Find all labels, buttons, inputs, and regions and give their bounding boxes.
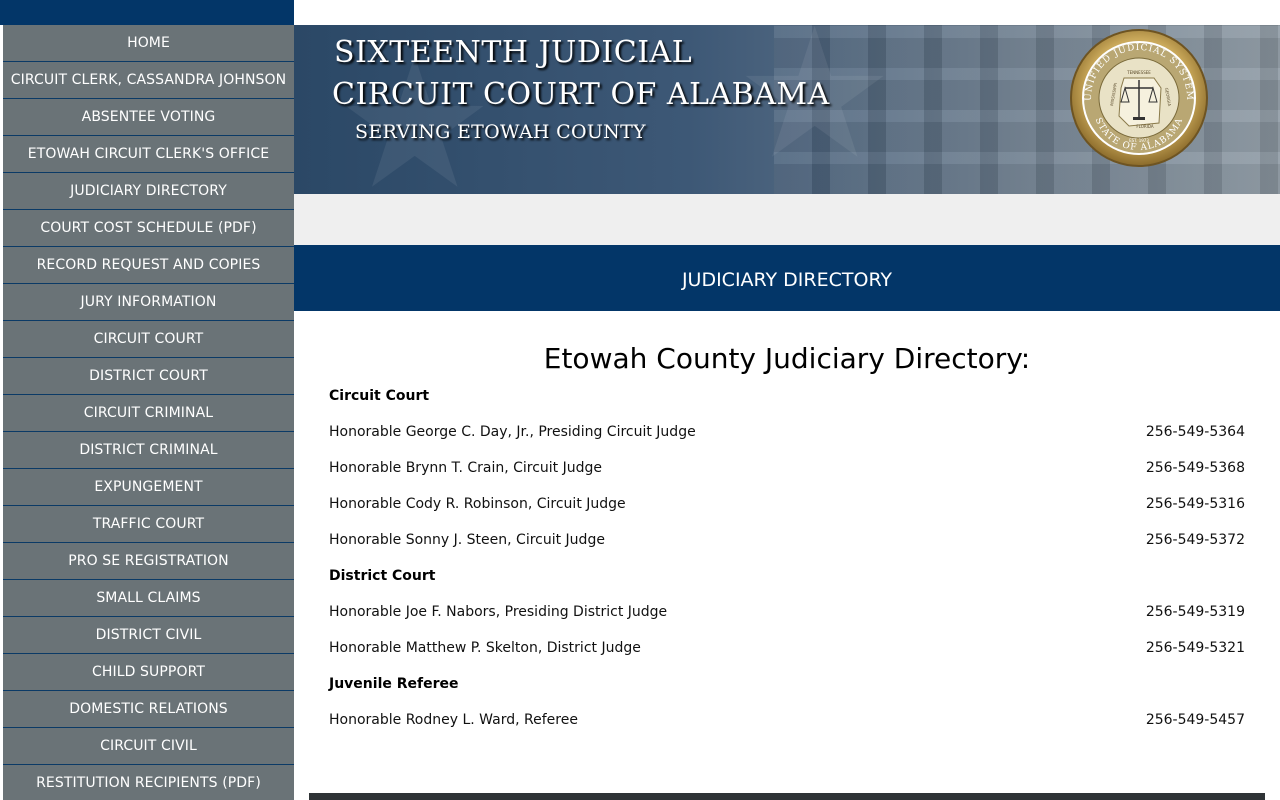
sidebar-item-district-court[interactable]: DISTRICT COURT xyxy=(3,358,294,395)
list-item: Honorable Rodney L. Ward, Referee 256-54… xyxy=(329,708,1245,744)
list-item: Honorable Matthew P. Skelton, District J… xyxy=(329,636,1245,672)
sidebar-item-record-request[interactable]: RECORD REQUEST AND COPIES xyxy=(3,247,294,284)
section-title-juvenile-referee: Juvenile Referee xyxy=(329,676,459,692)
phone-number: 256-549-5321 xyxy=(1145,640,1245,656)
sidebar-item-circuit-criminal[interactable]: CIRCUIT CRIMINAL xyxy=(3,395,294,432)
banner-title-line-1: SIXTEENTH JUDICIAL xyxy=(334,35,693,70)
phone-number: 256-549-5319 xyxy=(1145,604,1245,620)
sidebar-item-clerks-office[interactable]: ETOWAH CIRCUIT CLERK'S OFFICE xyxy=(3,136,294,173)
phone-number: 256-549-5316 xyxy=(1145,496,1245,512)
judge-name: Honorable Cody R. Robinson, Circuit Judg… xyxy=(329,496,626,512)
footer-bar xyxy=(309,793,1265,800)
seal-year-text: EST. 1973 xyxy=(1129,138,1149,143)
list-item: Honorable Sonny J. Steen, Circuit Judge … xyxy=(329,528,1245,564)
judge-name: Honorable Joe F. Nabors, Presiding Distr… xyxy=(329,604,668,620)
sidebar-item-child-support[interactable]: CHILD SUPPORT xyxy=(3,654,294,691)
sidebar: HOME CIRCUIT CLERK, CASSANDRA JOHNSON AB… xyxy=(0,0,294,800)
sidebar-item-domestic-relations[interactable]: DOMESTIC RELATIONS xyxy=(3,691,294,728)
section-title-district-court: District Court xyxy=(329,568,436,584)
list-item: Honorable Cody R. Robinson, Circuit Judg… xyxy=(329,492,1245,528)
sidebar-item-circuit-civil[interactable]: CIRCUIT CIVIL xyxy=(3,728,294,765)
sidebar-item-district-civil[interactable]: DISTRICT CIVIL xyxy=(3,617,294,654)
judge-name: Honorable George C. Day, Jr., Presiding … xyxy=(329,424,696,440)
sidebar-item-traffic-court[interactable]: TRAFFIC COURT xyxy=(3,506,294,543)
sidebar-item-small-claims[interactable]: SMALL CLAIMS xyxy=(3,580,294,617)
sidebar-item-expungement[interactable]: EXPUNGEMENT xyxy=(3,469,294,506)
sidebar-item-absentee-voting[interactable]: ABSENTEE VOTING xyxy=(3,99,294,136)
sidebar-item-home[interactable]: HOME xyxy=(3,25,294,62)
sidebar-item-pro-se-registration[interactable]: PRO SE REGISTRATION xyxy=(3,543,294,580)
judge-name: Honorable Sonny J. Steen, Circuit Judge xyxy=(329,532,605,548)
sidebar-top-bar xyxy=(0,0,294,25)
unified-judicial-system-seal-icon: UNIFIED JUDICIAL SYSTEM STATE OF ALABAMA… xyxy=(1070,29,1208,167)
judge-name: Honorable Brynn T. Crain, Circuit Judge xyxy=(329,460,603,476)
banner-title-line-2: CIRCUIT COURT OF ALABAMA xyxy=(332,77,830,112)
phone-number: 256-549-5364 xyxy=(1145,424,1245,440)
list-item: Honorable Brynn T. Crain, Circuit Judge … xyxy=(329,456,1245,492)
sidebar-item-circuit-clerk[interactable]: CIRCUIT CLERK, CASSANDRA JOHNSON xyxy=(3,62,294,99)
sidebar-item-jury-information[interactable]: JURY INFORMATION xyxy=(3,284,294,321)
grey-band xyxy=(294,194,1280,245)
page-header-title: JUDICIARY DIRECTORY xyxy=(681,269,893,291)
sidebar-item-circuit-court[interactable]: CIRCUIT COURT xyxy=(3,321,294,358)
phone-number: 256-549-5372 xyxy=(1145,532,1245,548)
seal-center-top-text: TENNESSEE xyxy=(1126,70,1151,75)
sidebar-item-court-cost-schedule[interactable]: COURT COST SCHEDULE (PDF) xyxy=(3,210,294,247)
sidebar-nav: HOME CIRCUIT CLERK, CASSANDRA JOHNSON AB… xyxy=(3,25,294,800)
site-banner: ★ ★ SIXTEENTH JUDICIAL CIRCUIT COURT OF … xyxy=(294,25,1280,194)
sidebar-item-restitution-recipients[interactable]: RESTITUTION RECIPIENTS (PDF) xyxy=(3,765,294,800)
phone-number: 256-549-5368 xyxy=(1145,460,1245,476)
page: HOME CIRCUIT CLERK, CASSANDRA JOHNSON AB… xyxy=(0,0,1280,800)
sidebar-item-district-criminal[interactable]: DISTRICT CRIMINAL xyxy=(3,432,294,469)
section-title-circuit-court: Circuit Court xyxy=(329,388,430,404)
page-title: Etowah County Judiciary Directory: xyxy=(543,342,1031,375)
judge-name: Honorable Rodney L. Ward, Referee xyxy=(329,712,578,728)
list-item: Honorable Joe F. Nabors, Presiding Distr… xyxy=(329,600,1245,636)
judge-name: Honorable Matthew P. Skelton, District J… xyxy=(329,640,641,656)
directory-content: Etowah County Judiciary Directory: Circu… xyxy=(329,330,1245,744)
list-item: Honorable George C. Day, Jr., Presiding … xyxy=(329,420,1245,456)
phone-number: 256-549-5457 xyxy=(1145,712,1245,728)
seal-center-bottom-text: FLORIDA xyxy=(1136,124,1154,129)
page-header-bar: JUDICIARY DIRECTORY xyxy=(294,245,1280,311)
sidebar-item-judiciary-directory[interactable]: JUDICIARY DIRECTORY xyxy=(3,173,294,210)
banner-subtitle: SERVING ETOWAH COUNTY xyxy=(355,121,646,143)
